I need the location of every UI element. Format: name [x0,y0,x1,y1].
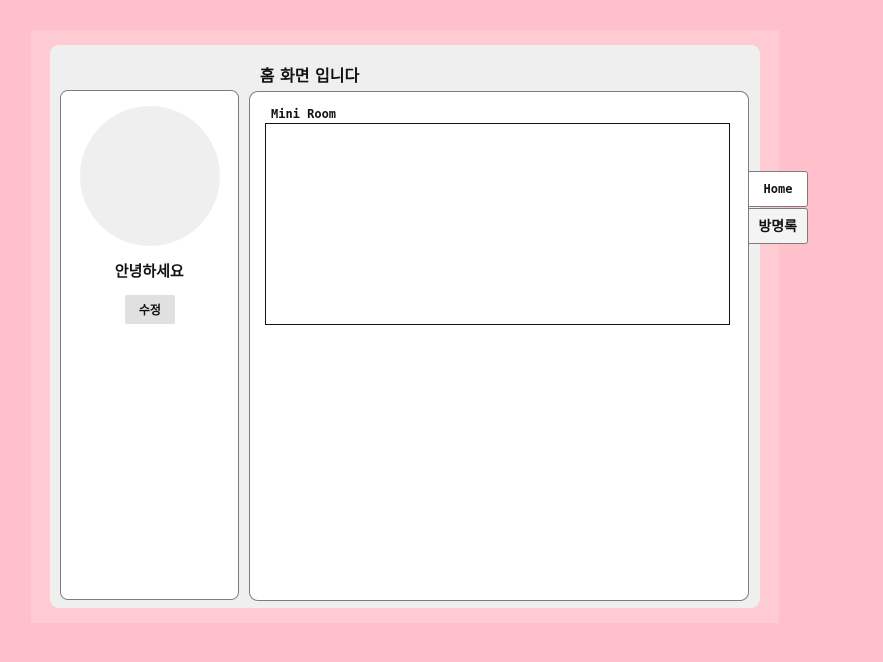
profile-greeting: 안녕하세요 [114,262,184,280]
avatar [80,106,220,246]
tab-guestbook[interactable]: 방명록 [748,208,808,244]
tab-home[interactable]: Home [748,171,808,207]
mini-room-label: Mini Room [271,107,337,121]
mini-room-box [265,123,730,325]
page-title: 홈 화면 입니다 [260,66,360,85]
edit-button[interactable]: 수정 [125,295,175,324]
